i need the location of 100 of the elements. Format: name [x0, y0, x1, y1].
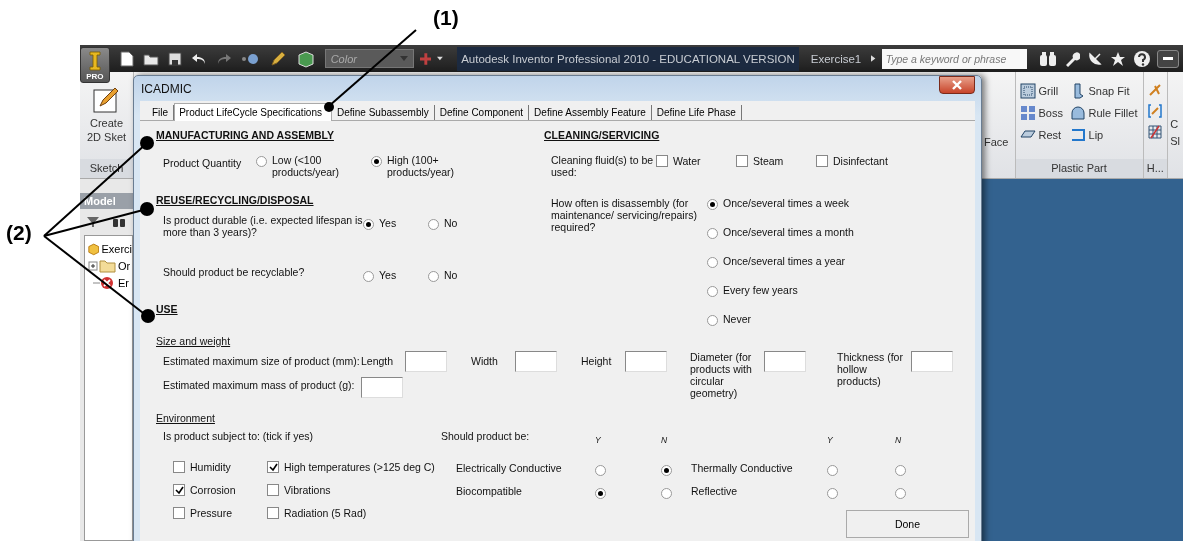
- option-label[interactable]: Once/several times a year: [723, 255, 845, 267]
- section-heading: REUSE/RECYCLING/DISPOSAL: [156, 194, 314, 206]
- option-label[interactable]: Every few years: [723, 284, 798, 296]
- ribbon-tool[interactable]: Lip: [1069, 126, 1147, 144]
- option-label[interactable]: Once/several times a month: [723, 226, 854, 238]
- option-label[interactable]: High (100+ products/year): [387, 154, 465, 178]
- field-label: Diameter (for products with circular geometry): [690, 351, 753, 399]
- undo-icon[interactable]: [190, 51, 207, 66]
- save-icon[interactable]: [167, 51, 182, 66]
- radio-button[interactable]: [827, 465, 838, 476]
- checkbox[interactable]: Radiation (5 Rad): [267, 507, 441, 519]
- tree-item[interactable]: Or: [85, 257, 132, 274]
- search-field[interactable]: Type a keyword or phrase: [881, 48, 1027, 69]
- pencil-icon[interactable]: [269, 50, 288, 67]
- input-field[interactable]: [764, 351, 806, 372]
- new-document-icon[interactable]: [119, 50, 134, 67]
- radio-button[interactable]: [595, 488, 606, 499]
- redo-icon[interactable]: [215, 51, 232, 66]
- bracket-icon[interactable]: [1147, 103, 1164, 119]
- star-icon[interactable]: [1109, 50, 1126, 67]
- ribbon-tool[interactable]: Boss: [1019, 104, 1070, 122]
- option-label[interactable]: Yes: [379, 269, 397, 281]
- minimize-button[interactable]: [1156, 49, 1179, 68]
- caret-icon[interactable]: [437, 56, 444, 61]
- done-button[interactable]: Done: [846, 510, 969, 538]
- section-heading: MANUFACTURING AND ASSEMBLY: [156, 129, 334, 141]
- radio-button[interactable]: [371, 156, 382, 167]
- radio-button[interactable]: [707, 286, 718, 297]
- radio-button[interactable]: [428, 271, 439, 282]
- help-icon[interactable]: [1132, 49, 1151, 68]
- binoculars-icon[interactable]: [112, 216, 126, 228]
- grid-icon[interactable]: [1147, 124, 1164, 140]
- section-heading: CLEANING/SERVICING: [544, 129, 660, 141]
- filter-icon[interactable]: [86, 216, 100, 228]
- field-label: Product Quantity: [163, 156, 243, 169]
- radio-button[interactable]: [256, 156, 267, 167]
- create-sketch-button[interactable]: Create 2D Sket: [80, 86, 133, 144]
- panel-label: Plastic Part: [1015, 159, 1143, 178]
- radio-button[interactable]: [363, 219, 374, 230]
- radio-button[interactable]: [428, 219, 439, 230]
- checkbox[interactable]: Water: [656, 154, 736, 167]
- option-label[interactable]: No: [444, 269, 458, 281]
- radio-button[interactable]: [363, 271, 374, 282]
- arrow-icon[interactable]: [871, 54, 876, 63]
- radio-button[interactable]: [707, 228, 718, 239]
- option-label[interactable]: Yes: [379, 217, 397, 229]
- property-label: Biocompatible: [456, 484, 523, 499]
- ribbon-button[interactable]: C Sl: [1168, 72, 1183, 178]
- ribbon-tool[interactable]: Rule Fillet: [1069, 104, 1147, 122]
- document-name: Exercise1: [810, 52, 862, 65]
- application-button[interactable]: PRO: [80, 47, 110, 83]
- sketch-point-icon[interactable]: [1147, 82, 1164, 98]
- property-label: Reflective: [691, 484, 739, 499]
- tree-item[interactable]: Er: [85, 274, 132, 291]
- checkbox[interactable]: Pressure: [173, 507, 267, 519]
- checkbox[interactable]: Humidity: [173, 461, 267, 473]
- radio-button[interactable]: [707, 315, 718, 326]
- input-field[interactable]: [625, 351, 667, 372]
- radio-button[interactable]: [595, 465, 606, 476]
- column-header: N: [895, 434, 903, 447]
- cube-icon[interactable]: [296, 49, 315, 68]
- property-label: Electrically Conductive: [456, 461, 563, 476]
- option-label[interactable]: Never: [723, 313, 751, 325]
- radio-button[interactable]: [661, 488, 672, 499]
- ribbon-tool[interactable]: Grill: [1019, 82, 1070, 100]
- option-label[interactable]: Once/several times a week: [723, 197, 850, 209]
- input-field[interactable]: [361, 377, 403, 398]
- radio-button[interactable]: [827, 488, 838, 499]
- radio-button[interactable]: [661, 465, 672, 476]
- plus-icon[interactable]: [419, 50, 432, 67]
- checkbox[interactable]: Vibrations: [267, 484, 441, 496]
- column-header: Y: [827, 434, 834, 447]
- checkbox[interactable]: Corrosion: [173, 484, 267, 496]
- tab[interactable]: Product LifeCycle Specifications: [174, 103, 332, 121]
- input-field[interactable]: [405, 351, 447, 372]
- circle-icon[interactable]: [240, 51, 261, 66]
- field-label: Estimated maximum size of product (mm):: [163, 354, 361, 367]
- open-folder-icon[interactable]: [142, 51, 159, 66]
- caret-icon: [399, 56, 408, 61]
- satellite-icon[interactable]: [1086, 50, 1103, 67]
- face-button[interactable]: Face: [982, 136, 1011, 148]
- tree-item[interactable]: Exerci: [85, 240, 132, 257]
- ribbon-tool[interactable]: Snap Fit: [1069, 82, 1147, 100]
- radio-button[interactable]: [707, 257, 718, 268]
- radio-button[interactable]: [895, 488, 906, 499]
- question-label: How often is disassembly (for maintenance/ servicing/repairs) required?: [551, 197, 698, 235]
- callout-label: (1): [433, 6, 459, 30]
- ribbon-tool[interactable]: Rest: [1019, 126, 1070, 144]
- close-button[interactable]: [939, 76, 975, 94]
- input-field[interactable]: [911, 351, 953, 372]
- option-label[interactable]: Low (<100 products/year): [272, 154, 350, 178]
- radio-button[interactable]: [707, 199, 718, 210]
- checkbox[interactable]: High temperatures (>125 deg C): [267, 461, 441, 473]
- binoculars-icon[interactable]: [1038, 50, 1057, 67]
- checkbox[interactable]: Steam: [736, 154, 816, 167]
- close-icon: [951, 80, 963, 90]
- radio-button[interactable]: [895, 465, 906, 476]
- input-field[interactable]: [515, 351, 557, 372]
- checkbox[interactable]: Disinfectant: [816, 154, 888, 167]
- option-label[interactable]: No: [444, 217, 458, 229]
